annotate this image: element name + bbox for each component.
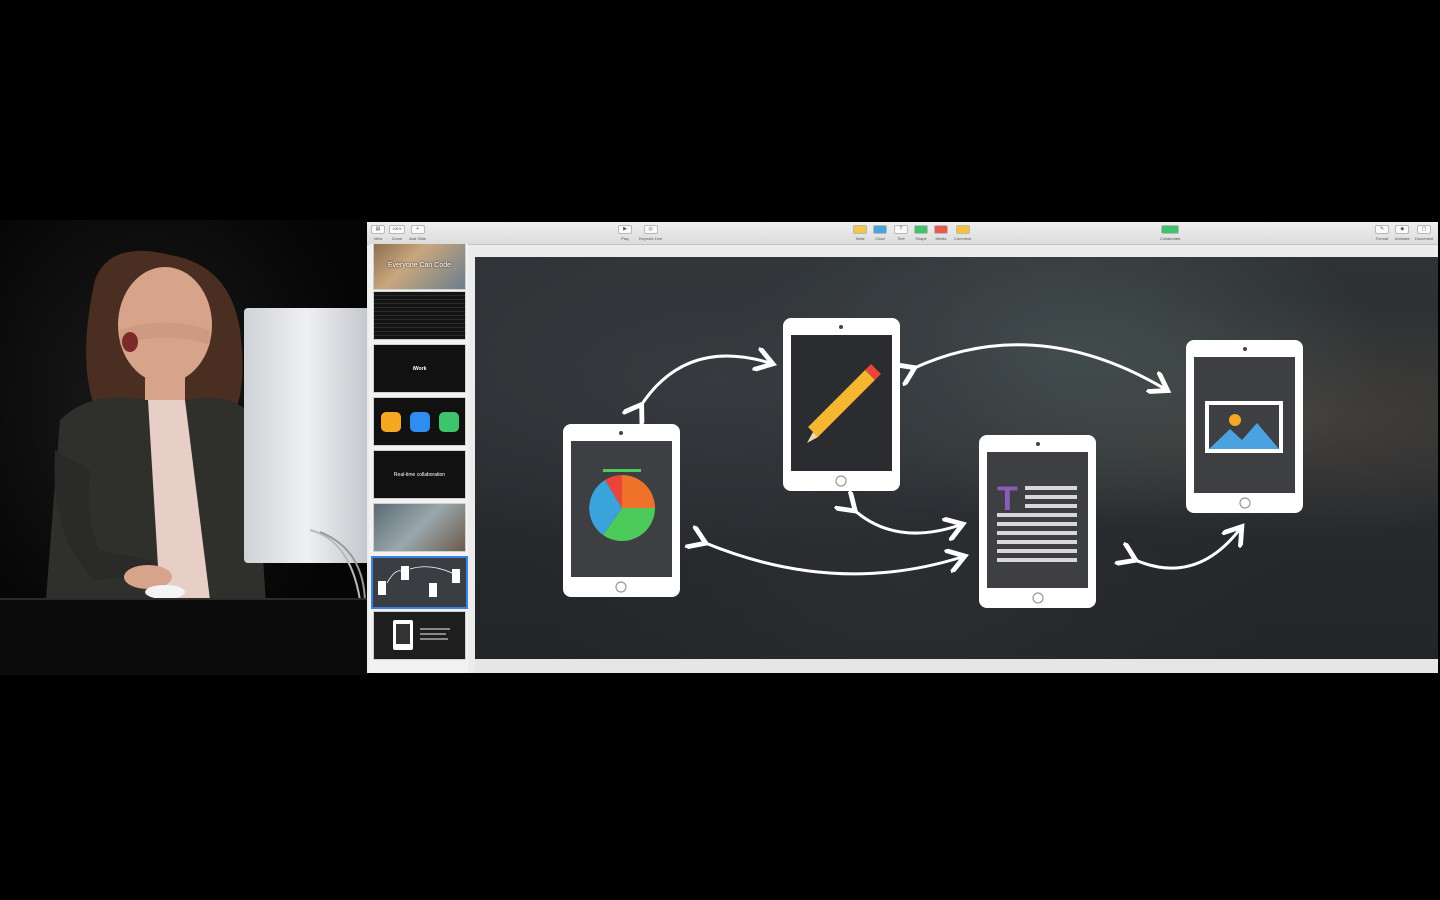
slide-thumbnail-5[interactable]: Real-time collaboration [373, 450, 466, 499]
chart-icon [873, 225, 887, 234]
text-button[interactable]: T Text [894, 225, 908, 241]
slide-thumbnail-4[interactable] [373, 397, 466, 446]
collaboration-diagram: T [563, 318, 1303, 608]
slide-thumbnail-2[interactable] [373, 291, 466, 340]
slide-canvas[interactable]: T [475, 257, 1438, 659]
table-button[interactable]: Table [853, 225, 867, 241]
canvas-horizontal-scrollbar[interactable] [475, 659, 1438, 673]
zoom-button[interactable]: 100% Zoom [389, 225, 405, 241]
add-slide-button[interactable]: + Add Slide [409, 225, 426, 241]
document-icon: ▢ [1417, 225, 1432, 234]
slide-thumbnail-8[interactable] [373, 611, 466, 660]
slide-thumbnail-7-selected[interactable] [371, 556, 468, 609]
media-icon [934, 225, 948, 234]
format-button[interactable]: ✎ Format [1375, 225, 1389, 241]
play-icon: ▶ [618, 225, 632, 234]
ipad-chart[interactable] [563, 424, 680, 597]
play-button[interactable]: ▶ Play [618, 225, 632, 241]
plus-icon: + [410, 225, 425, 234]
keynote-live-button[interactable]: ◎ Keynote Live [639, 225, 662, 241]
monitor-cables [309, 529, 366, 606]
image-icon [1205, 401, 1283, 453]
chart-button[interactable]: Chart [873, 225, 887, 241]
format-icon: ✎ [1375, 225, 1389, 234]
keynote-window: ▤ View 100% Zoom + Add Slide ▶ Play ◎ Ke… [367, 222, 1438, 673]
document-button[interactable]: ▢ Document [1415, 225, 1433, 241]
svg-text:T: T [997, 480, 1018, 518]
animate-button[interactable]: ◆ Animate [1395, 225, 1410, 241]
comment-button[interactable]: Comment [954, 225, 971, 241]
animate-icon: ◆ [1395, 225, 1410, 234]
collaborate-icon [1161, 225, 1180, 234]
media-button[interactable]: Media [934, 225, 948, 241]
zoom-icon: 100% [389, 225, 405, 234]
presenter-scene [0, 220, 368, 675]
numbers-app-icon [438, 411, 459, 432]
thumbnail-diagram-icon [377, 565, 460, 597]
slide-thumbnail-3[interactable]: iWork [373, 344, 466, 393]
pages-app-icon [380, 411, 401, 432]
view-icon: ▤ [371, 225, 385, 234]
slide-thumbnail-1[interactable]: Everyone Can Code [373, 244, 466, 290]
shape-icon [914, 225, 928, 234]
keynote-app-icon [409, 411, 430, 432]
slide-navigator: Everyone Can Code iWork Real-time collab… [369, 244, 468, 673]
ipad-image[interactable] [1186, 340, 1303, 513]
text-icon: T [894, 225, 908, 234]
collaborate-button[interactable]: Collaborate [1160, 225, 1180, 241]
collaboration-arrows [640, 343, 1240, 576]
thumbnail-ipad-icon [392, 619, 450, 650]
keynote-live-icon: ◎ [643, 225, 658, 234]
view-button[interactable]: ▤ View [371, 225, 385, 241]
table-icon [853, 225, 867, 234]
comment-icon [955, 225, 970, 234]
slide-thumbnail-6[interactable] [373, 503, 466, 552]
shape-button[interactable]: Shape [914, 225, 928, 241]
ipad-text-document[interactable]: T [979, 435, 1096, 608]
toolbar: ▤ View 100% Zoom + Add Slide ▶ Play ◎ Ke… [367, 222, 1438, 245]
ipad-pencil[interactable] [783, 318, 900, 491]
presenter-desk [0, 598, 368, 675]
